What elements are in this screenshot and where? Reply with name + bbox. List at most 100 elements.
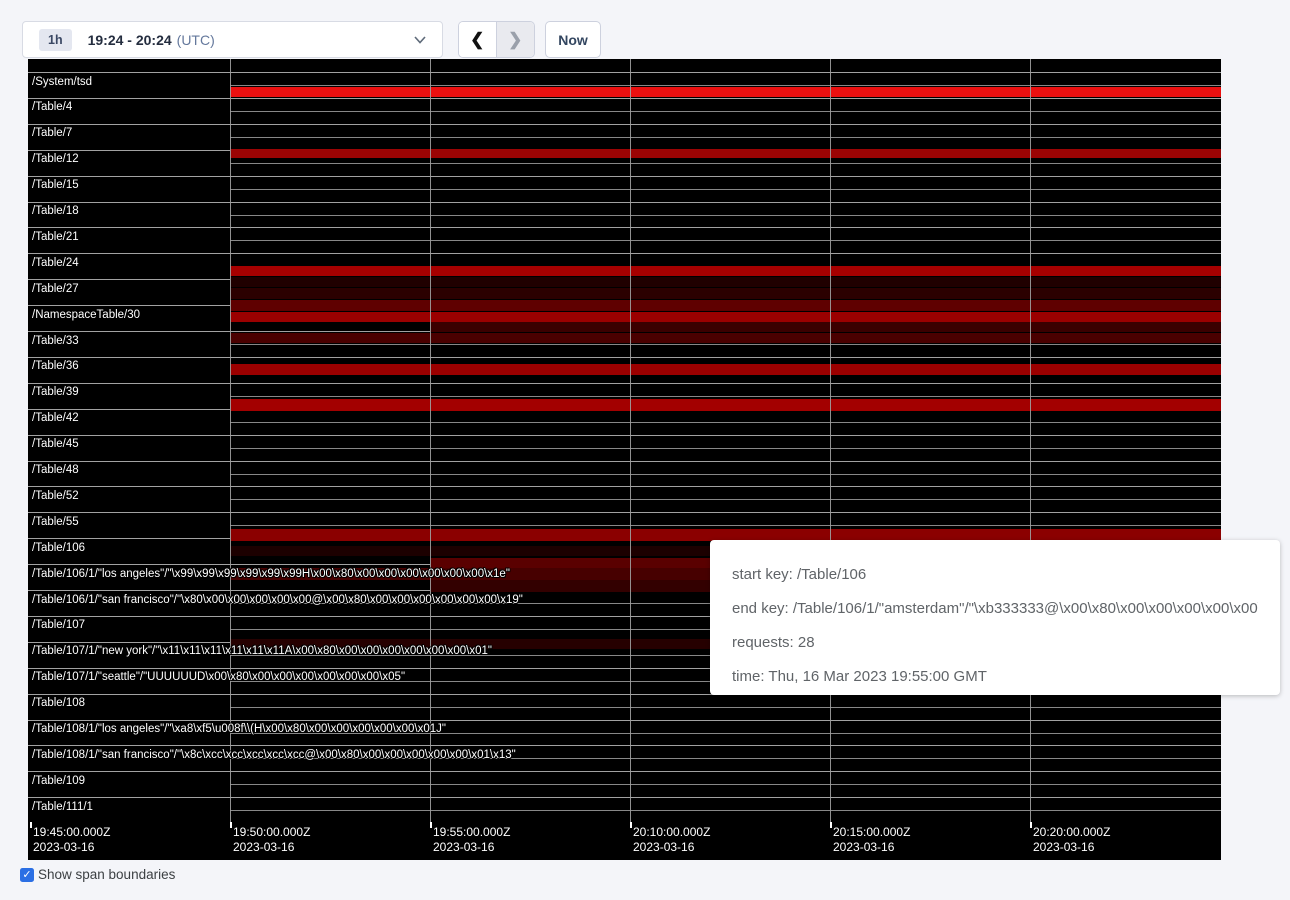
span-boundary-line — [230, 240, 1221, 241]
span-boundary-line — [230, 111, 1221, 112]
heat-band[interactable] — [230, 399, 1221, 411]
row-label: /Table/4 — [32, 101, 72, 113]
span-boundary-line — [28, 720, 1221, 721]
row-label: /Table/24 — [32, 257, 79, 269]
time-gridline — [630, 59, 631, 822]
tick-date: 2023-03-16 — [633, 840, 710, 855]
checkbox-label: Show span boundaries — [38, 867, 175, 882]
span-boundary-line — [230, 474, 1221, 475]
span-boundary-line — [230, 810, 1221, 811]
row-label: /Table/55 — [32, 516, 79, 528]
span-boundary-line — [230, 707, 1221, 708]
row-label: /Table/106 — [32, 542, 85, 554]
span-boundary-line — [28, 745, 1221, 746]
heat-band[interactable] — [230, 312, 1221, 322]
heat-band[interactable] — [230, 266, 1221, 276]
heat-band[interactable] — [230, 87, 1221, 97]
tick-time: 20:15:00.000Z — [833, 825, 910, 840]
heat-band[interactable] — [230, 277, 1221, 287]
row-label: /Table/107/1/"new york"/"\x11\x11\x11\x1… — [32, 645, 492, 657]
span-boundary-line — [230, 784, 1221, 785]
time-range-text: 19:24 - 20:24 — [88, 32, 172, 48]
next-interval-button[interactable]: ❯ — [497, 22, 535, 57]
row-label: /Table/27 — [32, 283, 79, 295]
heat-band[interactable] — [430, 322, 1221, 332]
chevron-right-icon: ❯ — [508, 30, 522, 50]
span-boundary-line — [230, 137, 1221, 138]
axis-tick — [230, 822, 232, 828]
tick-date: 2023-03-16 — [433, 840, 510, 855]
span-boundary-line — [28, 486, 1221, 487]
heat-band[interactable] — [230, 364, 1221, 375]
span-boundary-line — [28, 176, 1221, 177]
span-boundary-line — [230, 396, 1221, 397]
show-span-boundaries-checkbox[interactable]: ✓ — [20, 868, 34, 882]
row-label: /Table/107/1/"seattle"/"UUUUUUD\x00\x80\… — [32, 671, 405, 683]
toolbar: 1h 19:24 - 20:24 (UTC) ❮ ❯ Now — [0, 0, 1290, 60]
span-boundary-line — [28, 98, 1221, 99]
tooltip-requests: requests: 28 — [732, 630, 1258, 655]
heat-band[interactable] — [230, 333, 1221, 343]
timezone-label: (UTC) — [177, 32, 215, 48]
span-boundary-line — [28, 512, 1221, 513]
time-range-selector[interactable]: 1h 19:24 - 20:24 (UTC) — [22, 21, 443, 58]
span-boundary-line — [28, 383, 1221, 384]
axis-tick — [630, 822, 632, 828]
span-boundary-line — [28, 461, 1221, 462]
axis-tick — [830, 822, 832, 828]
now-button[interactable]: Now — [545, 21, 601, 58]
span-boundary-line — [28, 227, 1221, 228]
span-boundary-line — [28, 797, 1221, 798]
row-label: /Table/48 — [32, 464, 79, 476]
time-range-badge: 1h — [39, 29, 72, 51]
row-label: /Table/36 — [32, 360, 79, 372]
chevron-left-icon: ❮ — [470, 30, 484, 50]
row-label: /Table/7 — [32, 127, 72, 139]
time-gridline — [430, 59, 431, 822]
row-label: /NamespaceTable/30 — [32, 309, 140, 321]
span-boundary-line — [230, 448, 1221, 449]
row-label: /Table/15 — [32, 179, 79, 191]
tooltip-start-key: start key: /Table/106 — [732, 562, 1258, 587]
axis-tick-label: 20:20:00.000Z2023-03-16 — [1033, 825, 1110, 854]
span-boundary-line — [28, 253, 1221, 254]
tooltip-time: time: Thu, 16 Mar 2023 19:55:00 GMT — [732, 664, 1258, 689]
row-label: /System/tsd — [32, 76, 92, 88]
heat-band[interactable] — [230, 149, 1221, 158]
row-label: /Table/108/1/"san francisco"/"\x8c\xcc\x… — [32, 749, 516, 761]
axis-tick-label: 19:45:00.000Z2023-03-16 — [33, 825, 110, 854]
key-visualizer-heatmap[interactable]: /System/tsd/Table/4/Table/7/Table/12/Tab… — [28, 59, 1221, 860]
heatmap-tooltip: start key: /Table/106 end key: /Table/10… — [710, 540, 1280, 695]
footer: ✓ Show span boundaries — [20, 867, 175, 882]
axis-tick-label: 20:15:00.000Z2023-03-16 — [833, 825, 910, 854]
row-label: /Table/33 — [32, 335, 79, 347]
row-label: /Table/39 — [32, 386, 79, 398]
axis-tick — [430, 822, 432, 828]
axis-tick — [30, 822, 32, 828]
time-gridline — [830, 59, 831, 822]
span-boundary-line — [230, 215, 1221, 216]
span-boundary-line — [28, 435, 1221, 436]
row-label: /Table/108 — [32, 697, 85, 709]
row-label: /Table/111/1 — [32, 801, 93, 813]
row-label: /Table/45 — [32, 438, 79, 450]
time-nav-button-group: ❮ ❯ — [458, 21, 535, 58]
span-boundary-line — [230, 85, 1221, 86]
tick-time: 20:10:00.000Z — [633, 825, 710, 840]
span-boundary-line — [28, 202, 1221, 203]
axis-tick-label: 19:50:00.000Z2023-03-16 — [233, 825, 310, 854]
heat-band[interactable] — [230, 288, 1221, 299]
row-label: /Table/18 — [32, 205, 79, 217]
tick-date: 2023-03-16 — [1033, 840, 1110, 855]
span-boundary-line — [230, 189, 1221, 190]
previous-interval-button[interactable]: ❮ — [459, 22, 497, 57]
heat-band[interactable] — [230, 300, 1221, 311]
tooltip-end-key: end key: /Table/106/1/"amsterdam"/"\xb33… — [732, 596, 1258, 621]
span-boundary-line — [230, 525, 1221, 526]
row-label: /Table/42 — [32, 412, 79, 424]
span-boundary-line — [230, 163, 1221, 164]
row-label: /Table/106/1/"los angeles"/"\x99\x99\x99… — [32, 568, 510, 580]
row-label: /Table/21 — [32, 231, 79, 243]
tick-date: 2023-03-16 — [833, 840, 910, 855]
tick-date: 2023-03-16 — [33, 840, 110, 855]
